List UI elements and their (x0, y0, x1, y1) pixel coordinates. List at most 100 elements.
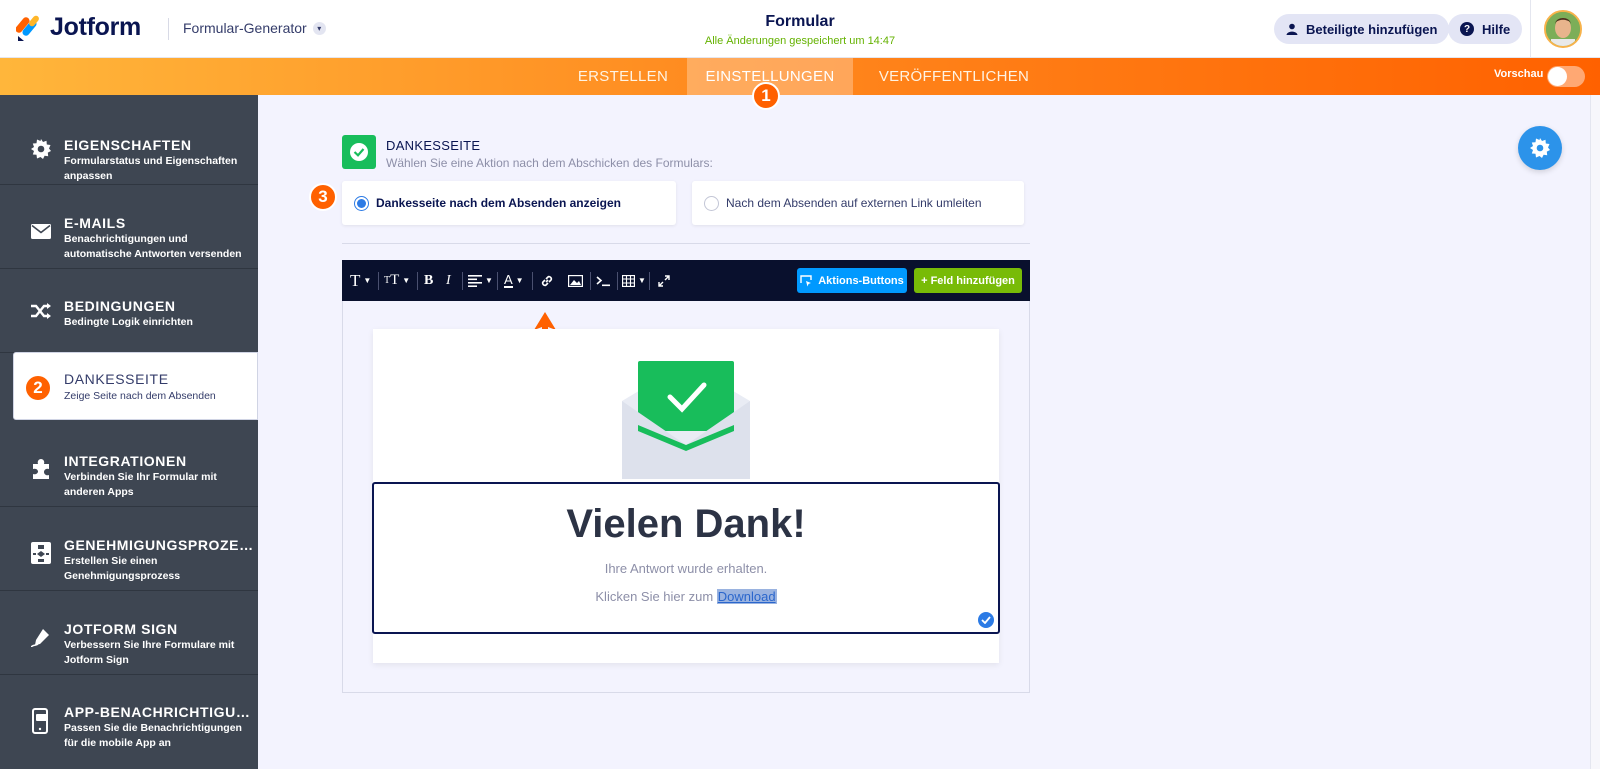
flow-icon (30, 542, 52, 564)
option-redirect-external[interactable]: Nach dem Absenden auf externen Link umle… (692, 181, 1024, 225)
expand-icon (658, 274, 670, 287)
download-prefix: Klicken Sie hier zum (595, 589, 717, 604)
step-badge-1: 1 (752, 82, 780, 110)
sidebar-item-desc: Verbinden Sie Ihr Formular mit anderen A… (64, 471, 217, 498)
sidebar-item-title: JOTFORM SIGN (64, 621, 178, 637)
help-label: Hilfe (1482, 21, 1511, 37)
fullscreen-button[interactable] (658, 260, 670, 301)
italic-button[interactable]: I (446, 260, 451, 301)
toolbar-separator (417, 272, 418, 290)
sidebar-item-title: EIGENSCHAFTEN (64, 137, 192, 153)
header-divider (168, 18, 169, 40)
avatar-area (1530, 0, 1600, 58)
option-show-thank-you-page[interactable]: Dankesseite nach dem Absenden anzeigen (342, 181, 676, 225)
thank-you-text-box[interactable]: Vielen Dank! Ihre Antwort wurde erhalten… (372, 482, 1000, 634)
download-link[interactable]: Download (716, 589, 777, 604)
cursor-box-icon (800, 274, 812, 286)
sidebar-item-desc: Benachrichtigungen und automatische Antw… (64, 233, 242, 260)
chevron-down-icon: ▾ (312, 21, 326, 35)
toolbar-separator (617, 272, 618, 290)
gear-icon (1530, 138, 1550, 158)
table-button[interactable]: ▼ (622, 260, 646, 301)
sidebar-item-desc: Zeige Seite nach dem Absenden (64, 390, 216, 402)
help-button[interactable]: ? Hilfe (1448, 14, 1523, 44)
settings-fab-button[interactable] (1518, 126, 1562, 170)
builder-select[interactable]: Formular-Generator ▾ (183, 20, 326, 36)
phone-icon (30, 708, 52, 734)
add-collaborators-button[interactable]: Beteiligte hinzufügen (1274, 14, 1450, 44)
add-field-button[interactable]: + Feld hinzufügen (914, 268, 1022, 293)
radio-selected[interactable] (354, 195, 369, 211)
sidebar-item-approval[interactable]: GENEHMIGUNGSPROZESS Erstellen Sie einen … (0, 507, 258, 591)
sidebar-item-sign[interactable]: JOTFORM SIGN Verbessern Sie Ihre Formula… (0, 591, 258, 675)
radio-dot (357, 198, 366, 208)
jotform-logo[interactable]: Jotform (16, 13, 141, 42)
toolbar-separator (497, 272, 498, 290)
toggle-knob (1548, 67, 1567, 86)
sidebar-item-title: E-MAILS (64, 215, 126, 231)
jotform-logo-icon (16, 15, 39, 41)
sidebar-item-app-notification[interactable]: APP-BENACHRICHTIGUNG Passen Sie die Bena… (0, 675, 258, 769)
align-left-icon (468, 274, 482, 287)
shuffle-icon (30, 300, 52, 322)
pen-icon (30, 626, 52, 648)
save-status: Alle Änderungen gespeichert um 14:47 (704, 35, 896, 47)
tab-publish[interactable]: VERÖFFENTLICHEN (858, 58, 1050, 95)
toolbar-separator (590, 272, 591, 290)
avatar[interactable] (1544, 10, 1582, 48)
main-tab-bar: ERSTELLEN EINSTELLUNGEN VERÖFFENTLICHEN … (0, 58, 1600, 95)
thank-you-subtext: Ihre Antwort wurde erhalten. (604, 561, 768, 576)
sidebar-item-integrations[interactable]: INTEGRATIONEN Verbinden Sie Ihr Formular… (0, 423, 258, 507)
sidebar-item-title: BEDINGUNGEN (64, 298, 176, 314)
action-buttons-button[interactable]: Aktions-Buttons (797, 268, 907, 293)
builder-label: Formular-Generator (183, 20, 307, 36)
sidebar-item-properties[interactable]: EIGENSCHAFTEN Formularstatus und Eigensc… (0, 101, 258, 185)
tab-create[interactable]: ERSTELLEN (570, 58, 676, 95)
top-header: Jotform Formular-Generator ▾ Formular Al… (0, 0, 1600, 58)
sidebar-item-desc: Passen Sie die Benachrichtigungen für di… (64, 722, 242, 749)
sidebar-item-desc: Formularstatus und Eigenschaften anpasse… (64, 155, 238, 182)
code-button[interactable] (596, 260, 610, 301)
font-color-button[interactable]: A ▼ (504, 260, 524, 301)
logo-text: Jotform (50, 13, 141, 41)
preview-label: Vorschau (1494, 68, 1544, 80)
sidebar-item-emails[interactable]: E-MAILS Benachrichtigungen und automatis… (0, 185, 258, 269)
thank-you-heading: Vielen Dank! (566, 502, 806, 546)
link-icon (541, 275, 553, 286)
align-button[interactable]: ▼ (468, 260, 493, 301)
settings-sidebar: EIGENSCHAFTEN Formularstatus und Eigensc… (0, 95, 258, 769)
option-label: Nach dem Absenden auf externen Link umle… (726, 196, 982, 210)
bold-button[interactable]: B (424, 260, 433, 301)
thank-you-download-line: Klicken Sie hier zum Download (374, 589, 998, 604)
toolbar-separator (462, 272, 463, 290)
check-circle-icon (978, 612, 994, 628)
puzzle-icon (30, 458, 52, 480)
toolbar-separator (378, 272, 379, 290)
add-collaborators-label: Beteiligte hinzufügen (1306, 21, 1438, 37)
sidebar-item-desc: Verbessern Sie Ihre Formulare mit Jotfor… (64, 639, 235, 666)
sidebar-item-title: APP-BENACHRICHTIGUNG (64, 704, 254, 720)
section-title: DANKESSEITE (386, 138, 481, 153)
section-subtitle: Wählen Sie eine Aktion nach dem Abschick… (386, 156, 713, 170)
divider (342, 243, 1030, 244)
preview-toggle[interactable] (1547, 66, 1585, 87)
image-button[interactable] (568, 260, 583, 301)
font-size-button[interactable]: T T ▼ (384, 260, 410, 301)
sidebar-item-desc: Bedingte Logik einrichten (64, 316, 193, 328)
thank-you-page-icon (342, 135, 376, 169)
envelope-icon (30, 220, 52, 242)
sidebar-item-title: GENEHMIGUNGSPROZESS (64, 537, 254, 553)
sidebar-item-title: DANKESSEITE (64, 371, 169, 387)
text-style-button[interactable]: T ▼ (350, 260, 371, 301)
step-badge-3: 3 (309, 183, 337, 211)
sidebar-item-title: INTEGRATIONEN (64, 453, 187, 469)
link-button[interactable] (540, 260, 554, 301)
image-icon (568, 274, 583, 287)
step-badge-2: 2 (24, 374, 52, 402)
form-title[interactable]: Formular (700, 13, 900, 31)
scrollbar-track[interactable] (1590, 95, 1600, 769)
sidebar-item-conditions[interactable]: BEDINGUNGEN Bedingte Logik einrichten (0, 269, 258, 353)
avatar-face-icon (1546, 12, 1580, 46)
user-icon (1286, 23, 1298, 35)
radio-unselected[interactable] (704, 195, 719, 211)
